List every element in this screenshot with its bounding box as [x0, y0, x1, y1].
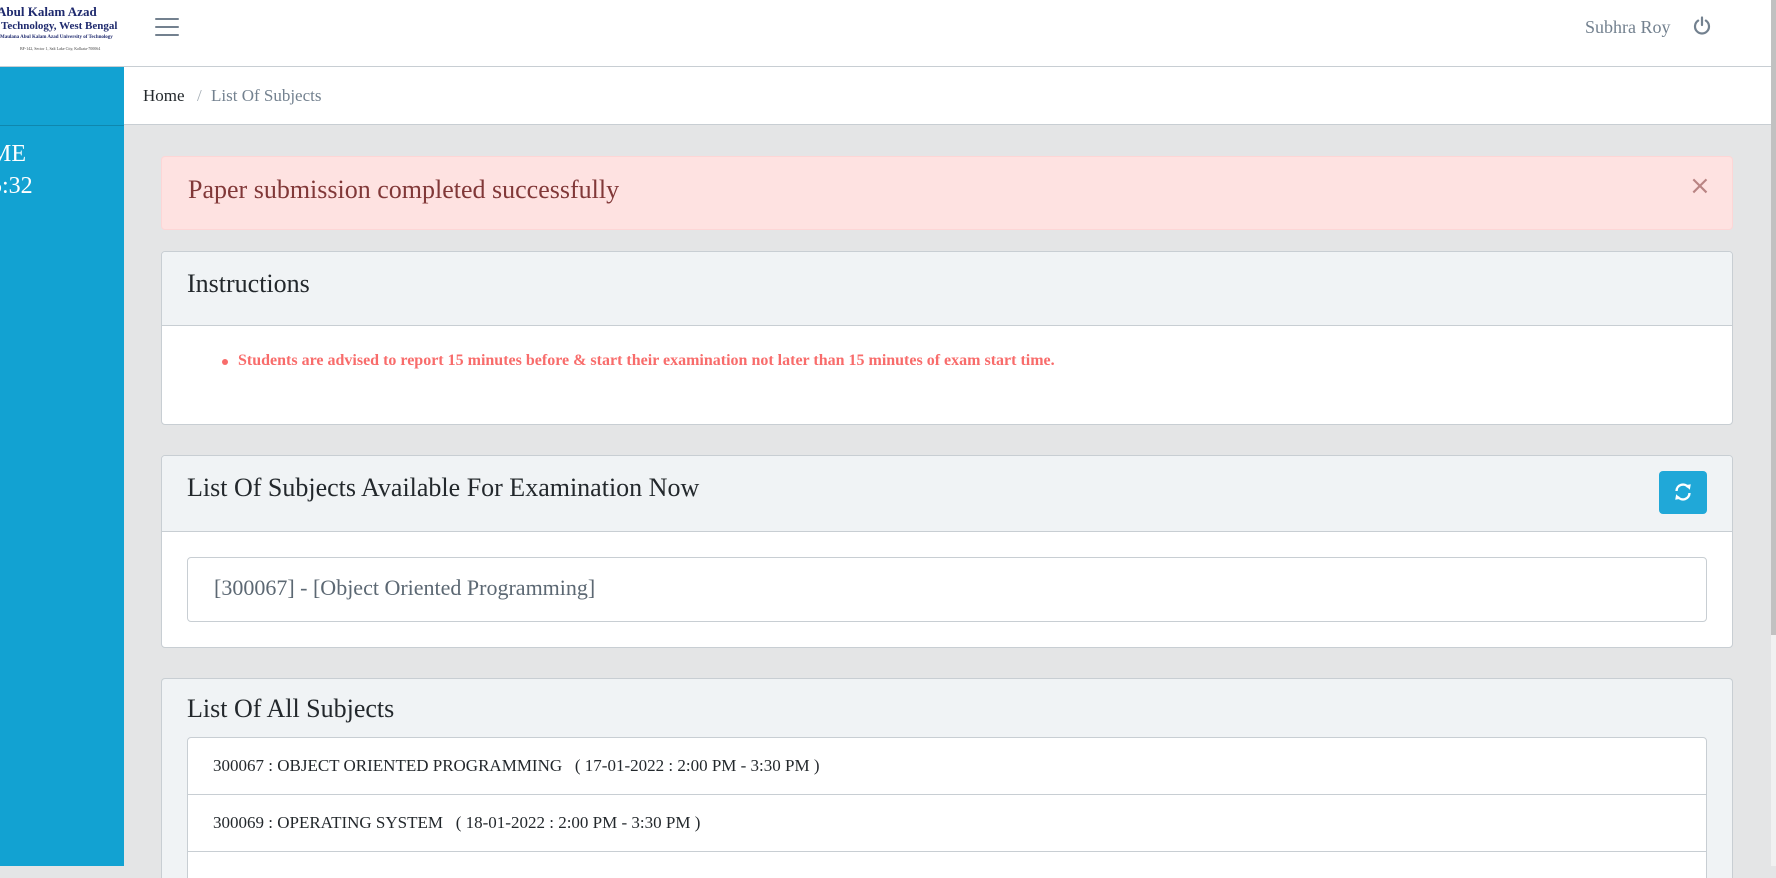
available-subject-item[interactable]: [300067] - [Object Oriented Programming]: [187, 557, 1707, 622]
logo-text-line3: Maulana Abul Kalam Azad University of Te…: [0, 35, 113, 40]
page-scrollbar[interactable]: [1771, 0, 1776, 866]
breadcrumb-current: List Of Subjects: [211, 86, 322, 105]
refresh-icon: [1675, 483, 1691, 501]
list-item: [187, 851, 1707, 878]
logo-text-line4: BF-142, Sector 1, Salt Lake City, Kolkat…: [20, 46, 101, 51]
all-subjects-card: List Of All Subjects 300067 : OBJECT ORI…: [161, 678, 1733, 878]
logo-text-line1: Abul Kalam Azad: [0, 4, 97, 19]
list-item-text: 300069 : OPERATING SYSTEM ( 18-01-2022 :…: [213, 813, 701, 832]
close-icon[interactable]: ×: [1689, 171, 1711, 201]
sidebar-top-band: [0, 67, 124, 126]
sidebar: ME 5:32: [0, 67, 124, 866]
available-subjects-title: List Of Subjects Available For Examinati…: [187, 473, 700, 502]
university-logo[interactable]: Abul Kalam Azad Technology, West Bengal …: [0, 3, 118, 55]
sidebar-timer-value: 5:32: [0, 173, 33, 199]
breadcrumb: Home / List Of Subjects: [124, 67, 1771, 125]
list-item: 300067 : OBJECT ORIENTED PROGRAMMING ( 1…: [187, 737, 1707, 795]
breadcrumb-home[interactable]: Home: [143, 86, 185, 106]
available-subject-label: [300067] - [Object Oriented Programming]: [214, 575, 596, 600]
breadcrumb-separator: /: [197, 86, 202, 105]
instructions-card: Instructions Students are advised to rep…: [161, 251, 1733, 425]
top-header: Abul Kalam Azad Technology, West Bengal …: [0, 0, 1771, 67]
all-subjects-title: List Of All Subjects: [187, 694, 395, 723]
bullet-icon: [222, 359, 228, 365]
submission-alert: Paper submission completed successfully …: [161, 156, 1733, 230]
instructions-title: Instructions: [187, 269, 310, 298]
sidebar-timer-label: ME: [0, 141, 26, 167]
available-subjects-header: List Of Subjects Available For Examinati…: [162, 456, 1732, 532]
power-icon[interactable]: [1692, 16, 1712, 36]
list-item-text: 300067 : OBJECT ORIENTED PROGRAMMING ( 1…: [213, 756, 820, 775]
username-link[interactable]: Subhra Roy: [1585, 17, 1671, 38]
instructions-header: Instructions: [162, 252, 1732, 326]
refresh-button[interactable]: [1659, 471, 1707, 514]
logo-text-line2: Technology, West Bengal: [1, 20, 118, 32]
hamburger-icon[interactable]: [155, 17, 179, 37]
instruction-item: Students are advised to report 15 minute…: [238, 352, 1055, 369]
list-item: 300069 : OPERATING SYSTEM ( 18-01-2022 :…: [187, 794, 1707, 852]
alert-message: Paper submission completed successfully: [188, 175, 620, 204]
available-subjects-card: List Of Subjects Available For Examinati…: [161, 455, 1733, 648]
all-subjects-list: 300067 : OBJECT ORIENTED PROGRAMMING ( 1…: [187, 737, 1707, 878]
scrollbar-thumb[interactable]: [1771, 0, 1776, 635]
